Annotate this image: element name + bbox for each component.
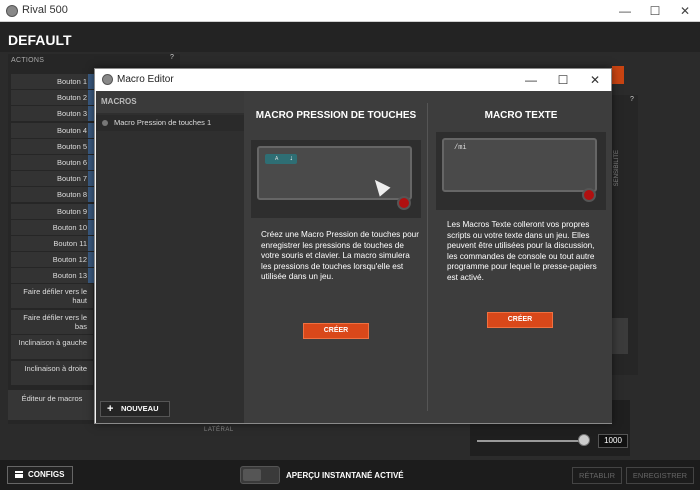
action-button-row[interactable]: Bouton 11 — [11, 236, 93, 251]
record-icon — [582, 188, 596, 202]
new-macro-label: NOUVEAU — [121, 404, 159, 413]
keypress-timeline: A ↓ — [257, 146, 412, 200]
macro-editor-dialog: Macro Editor — ☐ ✕ MACROS Macro Pression… — [94, 68, 612, 424]
plus-icon: + — [107, 403, 114, 415]
action-button-row[interactable]: Bouton 10 — [11, 219, 93, 235]
dialog-close-button[interactable]: ✕ — [579, 69, 611, 91]
action-scroll-row[interactable]: Faire défiler vers le haut — [11, 284, 93, 308]
slider-thumb[interactable] — [578, 434, 590, 446]
keypress-macro-preview: A ↓ — [251, 140, 421, 218]
app-icon — [102, 74, 113, 85]
orange-accent-bar — [612, 66, 624, 84]
configs-button[interactable]: CONFIGS — [7, 466, 73, 484]
menu-icon — [15, 471, 23, 478]
action-button-row[interactable]: Bouton 12 — [11, 252, 93, 268]
macro-list-item[interactable]: Macro Pression de touches 1 — [96, 115, 244, 131]
window-titlebar: Rival 500 — ☐ ✕ — [0, 0, 700, 22]
action-button-row[interactable]: Bouton 8 — [11, 187, 93, 203]
action-button-row[interactable]: Bouton 13 — [11, 268, 93, 284]
macro-item-label: Macro Pression de touches 1 — [114, 118, 212, 127]
minimize-button[interactable]: — — [610, 0, 640, 22]
macros-header: MACROS — [96, 91, 244, 113]
action-scroll-row[interactable]: Inclinaison à gauche — [11, 335, 93, 359]
toggle-knob — [243, 469, 261, 481]
column-divider — [427, 103, 428, 411]
help-icon[interactable]: ? — [630, 96, 634, 103]
lateral-label: LATÉRAL — [204, 427, 234, 433]
action-button-row[interactable]: Bouton 2 — [11, 90, 93, 106]
key-event-chip: A ↓ — [265, 154, 297, 164]
live-preview-toggle[interactable] — [240, 466, 280, 484]
sensitivity-value[interactable]: 1000 — [598, 434, 628, 448]
new-macro-button[interactable]: + NOUVEAU — [100, 401, 170, 417]
live-preview-label: APERÇU INSTANTANÉ ACTIVÉ — [286, 471, 404, 480]
text-macro-preview: /mi — [436, 132, 606, 210]
sensitivity-slider[interactable] — [477, 440, 585, 442]
dialog-body: MACROS Macro Pression de touches 1 + NOU… — [96, 91, 612, 423]
dialog-minimize-button[interactable]: — — [515, 69, 547, 91]
macros-sidebar: MACROS Macro Pression de touches 1 + NOU… — [96, 91, 244, 423]
text-macro-title: MACRO TEXTE — [484, 110, 558, 121]
maximize-button[interactable]: ☐ — [640, 0, 670, 22]
action-button-row[interactable]: Bouton 3 — [11, 106, 93, 122]
actions-label: ACTIONS — [11, 57, 45, 64]
action-button-row[interactable]: Bouton 6 — [11, 155, 93, 170]
app-icon — [6, 5, 18, 17]
action-scroll-row[interactable]: Inclinaison à droite — [11, 360, 93, 385]
sensitivity-label: SENSIBILITÉ — [614, 150, 620, 187]
dialog-maximize-button[interactable]: ☐ — [547, 69, 579, 91]
macro-bullet-icon — [102, 120, 108, 126]
text-sample: /mi — [454, 144, 467, 152]
profile-title: DEFAULT — [8, 32, 72, 48]
action-button-row[interactable]: Bouton 5 — [11, 138, 93, 154]
key-event-label: A — [275, 156, 279, 162]
save-button[interactable]: ENREGISTRER — [626, 467, 694, 484]
window-title: Rival 500 — [22, 4, 68, 16]
action-scroll-row[interactable]: Faire défiler vers le bas — [11, 309, 93, 334]
restore-button[interactable]: RÉTABLIR — [572, 467, 622, 484]
text-macro-field: /mi — [442, 138, 597, 192]
app-header: DEFAULT — [0, 22, 700, 52]
create-text-macro-button[interactable]: CRÉER — [487, 312, 553, 328]
keypress-macro-description: Créez une Macro Pression de touches pour… — [261, 230, 419, 281]
create-keypress-macro-button[interactable]: CRÉER — [303, 323, 369, 339]
configs-label: CONFIGS — [28, 470, 65, 479]
color-slot[interactable] — [612, 318, 628, 354]
action-button-row[interactable]: Bouton 4 — [11, 122, 93, 138]
action-button-row[interactable]: Bouton 7 — [11, 171, 93, 187]
action-button-row[interactable]: Bouton 1 — [11, 74, 93, 89]
close-button[interactable]: ✕ — [670, 0, 700, 22]
record-icon — [397, 196, 411, 210]
dialog-title: Macro Editor — [117, 74, 174, 85]
text-macro-description: Les Macros Texte colleront vos propres s… — [447, 220, 597, 282]
action-button-row[interactable]: Bouton 9 — [11, 203, 93, 219]
help-icon[interactable]: ? — [170, 54, 174, 61]
keypress-macro-title: MACRO PRESSION DE TOUCHES — [255, 110, 417, 121]
dialog-titlebar: Macro Editor — ☐ ✕ — [95, 69, 611, 91]
macro-editor-action[interactable]: Éditeur de macros — [8, 390, 96, 420]
arrow-down-icon: ↓ — [289, 155, 294, 162]
